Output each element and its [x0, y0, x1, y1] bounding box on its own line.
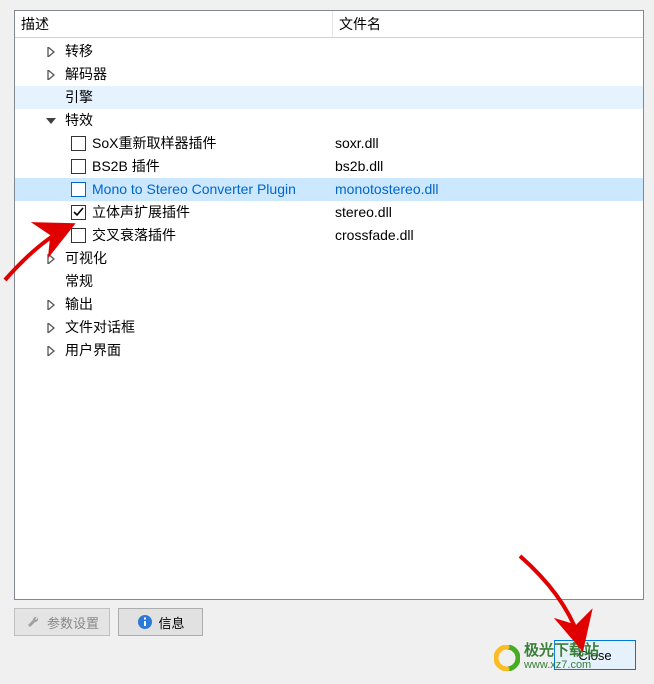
- watermark: 极光下载站 www.xz7.com: [494, 644, 599, 672]
- tree-label: 解码器: [65, 63, 107, 86]
- plugin-row-monotostereo[interactable]: Mono to Stereo Converter Plugin monotost…: [15, 178, 643, 201]
- plugin-panel: 描述 文件名 转移 解码器: [14, 10, 644, 600]
- tree-node-decoder[interactable]: 解码器: [15, 63, 643, 86]
- plugin-label: SoX重新取样器插件: [92, 132, 216, 155]
- tree-label: 引擎: [65, 86, 93, 109]
- plugin-row-bs2b[interactable]: BS2B 插件 bs2b.dll: [15, 155, 643, 178]
- plugin-row-stereo[interactable]: 立体声扩展插件 stereo.dll: [15, 201, 643, 224]
- tree-node-visualization[interactable]: 可视化: [15, 247, 643, 270]
- chevron-down-icon[interactable]: [43, 113, 59, 129]
- plugin-label: 交叉衰落插件: [92, 224, 176, 247]
- tree-label: 特效: [65, 109, 93, 132]
- plugin-file: soxr.dll: [333, 132, 643, 155]
- plugin-file: crossfade.dll: [333, 224, 643, 247]
- chevron-right-icon[interactable]: [43, 343, 59, 359]
- tree-label: 可视化: [65, 247, 107, 270]
- tree-node-user-interface[interactable]: 用户界面: [15, 339, 643, 362]
- plugin-row-soxr[interactable]: SoX重新取样器插件 soxr.dll: [15, 132, 643, 155]
- plugin-row-crossfade[interactable]: 交叉衰落插件 crossfade.dll: [15, 224, 643, 247]
- chevron-right-icon[interactable]: [43, 67, 59, 83]
- tree-node-engine[interactable]: 引擎: [15, 86, 643, 109]
- bottom-toolbar: 参数设置 信息: [14, 608, 644, 636]
- table-header: 描述 文件名: [15, 11, 643, 38]
- tree-node-effects[interactable]: 特效: [15, 109, 643, 132]
- params-button[interactable]: 参数设置: [14, 608, 110, 636]
- checkbox[interactable]: [71, 159, 86, 174]
- checkbox[interactable]: [71, 182, 86, 197]
- tree-label: 用户界面: [65, 339, 121, 362]
- col-header-filename[interactable]: 文件名: [333, 11, 643, 37]
- info-button[interactable]: 信息: [118, 608, 203, 636]
- tree-node-transfer[interactable]: 转移: [15, 40, 643, 63]
- plugin-tree[interactable]: 转移 解码器 引擎: [15, 38, 643, 362]
- chevron-right-icon[interactable]: [43, 297, 59, 313]
- chevron-right-icon[interactable]: [43, 251, 59, 267]
- checkbox[interactable]: [71, 136, 86, 151]
- plugin-label: BS2B 插件: [92, 155, 160, 178]
- chevron-right-icon[interactable]: [43, 320, 59, 336]
- tree-label: 文件对话框: [65, 316, 135, 339]
- button-label: 参数设置: [47, 613, 99, 632]
- tree-node-file-dialogs[interactable]: 文件对话框: [15, 316, 643, 339]
- checkbox-checked[interactable]: [71, 205, 86, 220]
- plugin-file: stereo.dll: [333, 201, 643, 224]
- chevron-right-icon[interactable]: [43, 44, 59, 60]
- col-header-description[interactable]: 描述: [15, 11, 333, 37]
- tree-label: 输出: [65, 293, 93, 316]
- tree-node-output[interactable]: 输出: [15, 293, 643, 316]
- info-icon: [137, 614, 153, 630]
- watermark-url: www.xz7.com: [524, 658, 599, 672]
- tree-node-general[interactable]: 常规: [15, 270, 643, 293]
- plugin-label: 立体声扩展插件: [92, 201, 190, 224]
- plugin-file: bs2b.dll: [333, 155, 643, 178]
- button-label: 信息: [159, 613, 185, 632]
- wrench-icon: [25, 614, 41, 630]
- plugin-label: Mono to Stereo Converter Plugin: [92, 178, 296, 201]
- tree-label: 常规: [65, 270, 93, 293]
- tree-label: 转移: [65, 40, 93, 63]
- watermark-title: 极光下载站: [524, 644, 599, 658]
- checkbox[interactable]: [71, 228, 86, 243]
- logo-icon: [494, 645, 520, 671]
- plugin-file: monotostereo.dll: [333, 178, 643, 201]
